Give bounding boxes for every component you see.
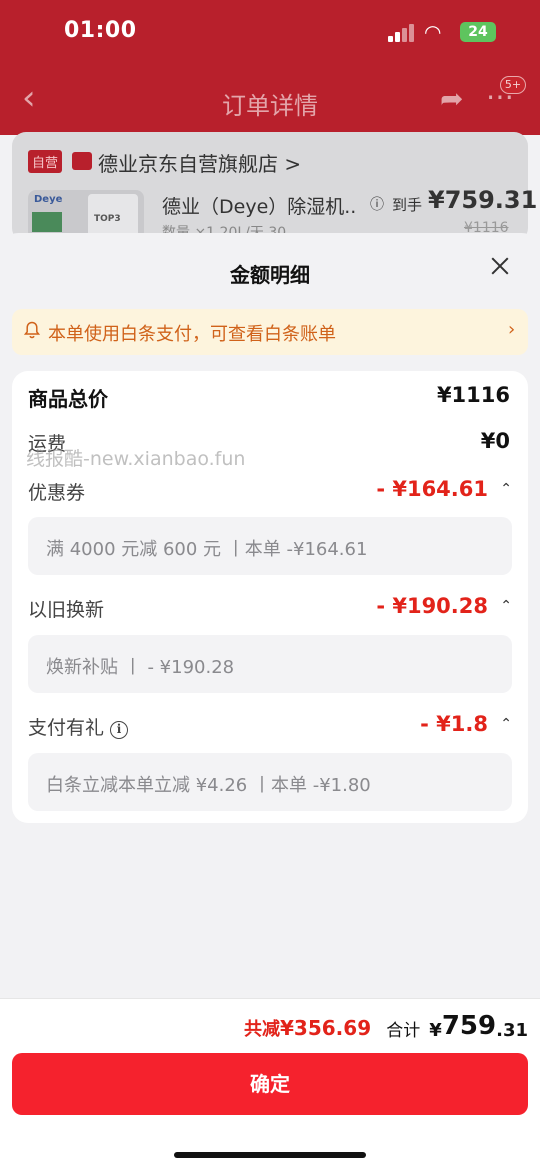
pay-gift-detail: 白条立减本单立减 ¥4.26 丨本单 -¥1.80 xyxy=(28,753,512,811)
bell-icon xyxy=(24,321,40,339)
reduce-label: 共减 xyxy=(244,1019,281,1040)
watermark: 线报酷-new.xianbao.fun xyxy=(26,448,246,470)
close-icon[interactable] xyxy=(486,253,514,281)
product-price: ⓘ 到手 ¥759.31 xyxy=(370,186,537,216)
coupon-label: 优惠券 xyxy=(28,482,86,504)
self-operated-tag: 自营 xyxy=(28,150,63,173)
shop-name[interactable]: 德业京东自营旗舰店 > xyxy=(98,148,301,177)
chevron-up-icon[interactable]: ⌃ xyxy=(500,481,512,497)
price-label: 到手 xyxy=(392,196,423,214)
shipping-value: ¥0 xyxy=(480,429,510,453)
notice-text: 本单使用白条支付，可查看白条账单 xyxy=(48,324,336,345)
nav-bar: ‹ 订单详情 ➦ ⋯ 5+ xyxy=(0,70,540,130)
amount-panel: 商品总价 ¥1116 运费 ¥0 优惠券 - ¥164.61 ⌃ 满 4000 … xyxy=(12,371,528,823)
info-icon[interactable]: i xyxy=(110,721,129,739)
total-integer: 759 xyxy=(441,1011,497,1041)
footer-bar: 共减¥356.69 合计 ¥759.31 确定 xyxy=(0,998,540,1168)
product-name[interactable]: 德业（Deye）除湿机.. xyxy=(162,192,356,219)
status-bar: 01:00 ◠ 24 xyxy=(0,18,540,48)
trade-in-value[interactable]: - ¥190.28 xyxy=(376,594,488,618)
reduce-value: ¥356.69 xyxy=(280,1016,372,1040)
wifi-icon: ◠ xyxy=(424,20,442,44)
pay-gift-row-label: 支付有礼 i xyxy=(28,713,129,740)
share-icon[interactable]: ➦ xyxy=(440,82,463,115)
pay-gift-detail-text: 白条立减本单立减 ¥4.26 丨本单 -¥1.80 xyxy=(46,775,371,796)
goods-total-value: ¥1116 xyxy=(436,383,510,407)
confirm-button[interactable]: 确定 xyxy=(12,1053,528,1115)
coupon-value[interactable]: - ¥164.61 xyxy=(376,477,488,501)
chevron-right-icon: › xyxy=(508,319,516,340)
thumb-brand: Deye xyxy=(34,194,63,205)
home-indicator[interactable] xyxy=(174,1152,366,1158)
chevron-up-icon[interactable]: ⌃ xyxy=(500,598,512,614)
coupon-detail-text: 满 4000 元减 600 元 丨本单 -¥164.61 xyxy=(46,539,368,560)
signal-icon xyxy=(388,24,416,42)
total-currency: ¥ xyxy=(429,1020,442,1041)
pay-gift-value[interactable]: - ¥1.8 xyxy=(420,712,488,736)
thumb-tag xyxy=(32,212,62,232)
summary-row: 共减¥356.69 合计 ¥759.31 xyxy=(244,1011,528,1041)
trade-in-detail: 焕新补贴 丨 - ¥190.28 xyxy=(28,635,512,693)
coupon-detail: 满 4000 元减 600 元 丨本单 -¥164.61 xyxy=(28,517,512,575)
trade-in-label: 以旧换新 xyxy=(28,599,105,621)
store-icon xyxy=(72,152,92,170)
status-time: 01:00 xyxy=(64,18,137,43)
info-icon[interactable]: ⓘ xyxy=(370,194,384,214)
battery-indicator: 24 xyxy=(460,22,496,42)
notification-badge: 5+ xyxy=(500,76,526,94)
trade-in-detail-text: 焕新补贴 丨 - ¥190.28 xyxy=(46,657,235,678)
total-reduction: 共减¥356.69 xyxy=(244,1016,372,1040)
total-label: 合计 xyxy=(386,1021,421,1041)
total-decimal: .31 xyxy=(496,1020,528,1041)
baitiao-notice[interactable]: 本单使用白条支付，可查看白条账单 › xyxy=(12,309,528,355)
pay-gift-label: 支付有礼 xyxy=(28,717,105,739)
chevron-up-icon[interactable]: ⌃ xyxy=(500,716,512,732)
sheet-title: 金额明细 xyxy=(230,263,310,287)
thumb-badge: TOP3 xyxy=(94,214,121,224)
goods-total-label: 商品总价 xyxy=(28,387,108,411)
price-amount: ¥759.31 xyxy=(428,186,538,214)
